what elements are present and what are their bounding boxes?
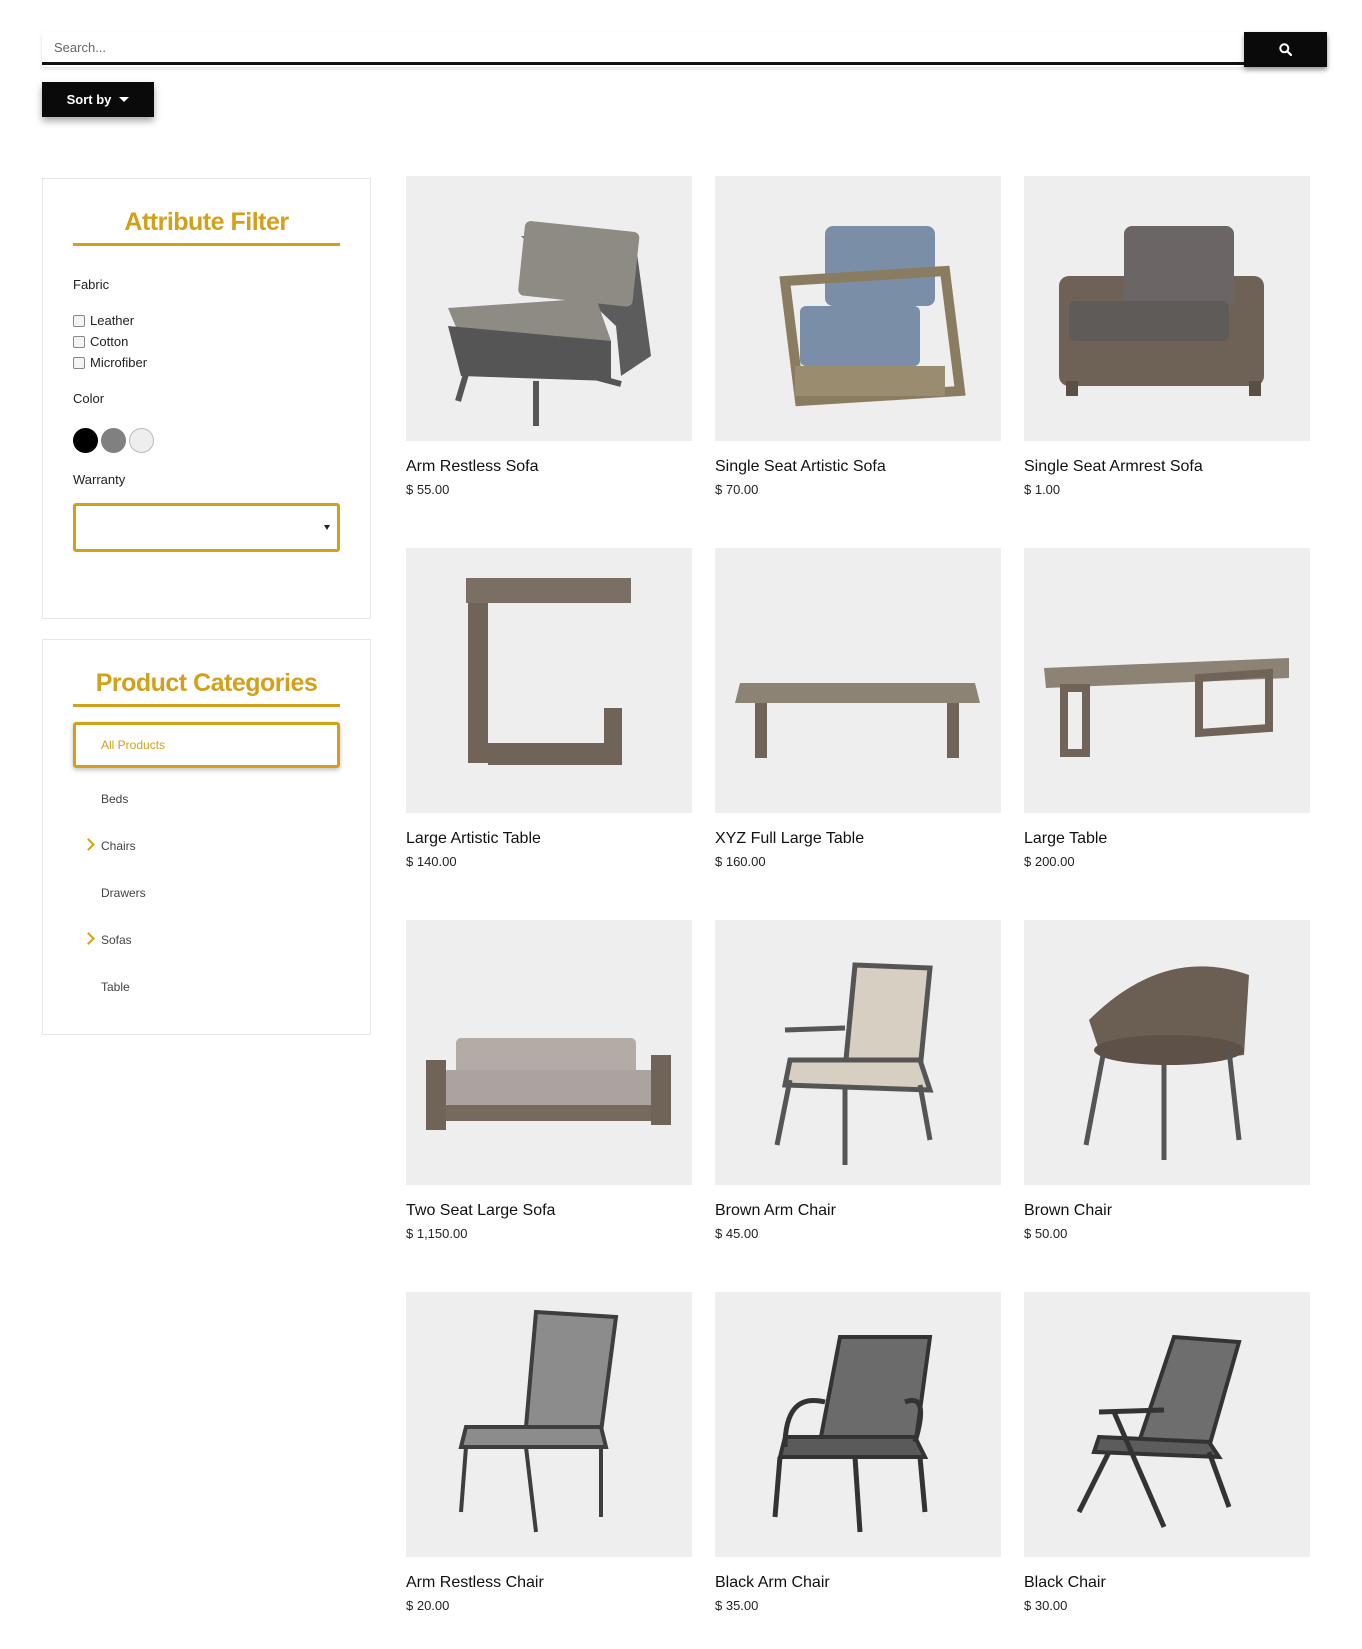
- product-image[interactable]: [1024, 920, 1310, 1185]
- product-price: $ 1,150.00: [406, 1226, 468, 1241]
- fabric-option-label: Cotton: [90, 334, 129, 349]
- search-button[interactable]: [1244, 32, 1327, 67]
- category-all-products[interactable]: All Products: [73, 722, 340, 768]
- product-name[interactable]: Large Table: [1024, 830, 1107, 848]
- product-card[interactable]: Arm Restless Chair $ 20.00: [406, 1292, 692, 1613]
- product-card[interactable]: Brown Arm Chair $ 45.00: [715, 920, 1001, 1241]
- product-name[interactable]: Black Chair: [1024, 1574, 1106, 1592]
- warranty-select[interactable]: [73, 503, 340, 552]
- product-card[interactable]: Large Table $ 200.00: [1024, 548, 1310, 869]
- color-swatch-black[interactable]: [73, 428, 98, 453]
- attribute-filter-panel: Attribute Filter Fabric Leather Cotton M…: [42, 178, 371, 619]
- product-image[interactable]: [715, 548, 1001, 813]
- product-price: $ 55.00: [406, 482, 450, 497]
- color-swatch-gray[interactable]: [101, 428, 126, 453]
- product-price: $ 20.00: [406, 1598, 450, 1613]
- product-card[interactable]: Single Seat Armrest Sofa $ 1.00: [1024, 176, 1310, 497]
- product-card[interactable]: Two Seat Large Sofa $ 1,150.00: [406, 920, 692, 1241]
- search-icon: [1279, 43, 1292, 56]
- fabric-label: Fabric: [73, 277, 110, 292]
- product-categories-panel: Product Categories All Products Beds Cha…: [42, 639, 371, 1035]
- product-name[interactable]: Black Arm Chair: [715, 1574, 830, 1592]
- product-image[interactable]: [715, 1292, 1001, 1557]
- search-bar: [42, 32, 1327, 67]
- product-card[interactable]: Black Arm Chair $ 35.00: [715, 1292, 1001, 1613]
- caret-down-icon: [119, 97, 130, 102]
- product-price: $ 70.00: [715, 482, 759, 497]
- product-name[interactable]: Large Artistic Table: [406, 830, 541, 848]
- fabric-option-cotton[interactable]: Cotton: [73, 334, 128, 349]
- product-card[interactable]: Brown Chair $ 50.00: [1024, 920, 1310, 1241]
- warranty-label: Warranty: [73, 472, 126, 487]
- category-table[interactable]: Table: [101, 980, 130, 994]
- dropdown-arrow-icon: [324, 525, 330, 530]
- product-image[interactable]: [715, 176, 1001, 441]
- product-price: $ 200.00: [1024, 854, 1075, 869]
- attribute-filter-title: Attribute Filter: [73, 208, 340, 246]
- product-name[interactable]: Single Seat Armrest Sofa: [1024, 458, 1203, 476]
- chevron-right-icon[interactable]: [82, 932, 95, 945]
- category-sofas[interactable]: Sofas: [101, 933, 132, 947]
- product-card[interactable]: Arm Restless Sofa $ 55.00: [406, 176, 692, 497]
- product-image[interactable]: [406, 1292, 692, 1557]
- product-price: $ 30.00: [1024, 1598, 1068, 1613]
- product-name[interactable]: Arm Restless Chair: [406, 1574, 544, 1592]
- product-name[interactable]: Brown Arm Chair: [715, 1202, 836, 1220]
- product-price: $ 1.00: [1024, 482, 1061, 497]
- sort-by-button[interactable]: Sort by: [42, 82, 154, 117]
- product-card[interactable]: Black Chair $ 30.00: [1024, 1292, 1310, 1613]
- fabric-option-microfiber[interactable]: Microfiber: [73, 355, 147, 370]
- color-swatches: [73, 428, 154, 453]
- product-card[interactable]: XYZ Full Large Table $ 160.00: [715, 548, 1001, 869]
- sort-by-label: Sort by: [66, 92, 112, 107]
- product-name[interactable]: Two Seat Large Sofa: [406, 1202, 555, 1220]
- checkbox[interactable]: [73, 314, 85, 327]
- product-price: $ 50.00: [1024, 1226, 1068, 1241]
- product-card[interactable]: Large Artistic Table $ 140.00: [406, 548, 692, 869]
- product-image[interactable]: [1024, 1292, 1310, 1557]
- color-swatch-white[interactable]: [129, 428, 154, 453]
- product-price: $ 35.00: [715, 1598, 759, 1613]
- product-name[interactable]: Brown Chair: [1024, 1202, 1112, 1220]
- product-image[interactable]: [406, 548, 692, 813]
- product-price: $ 160.00: [715, 854, 766, 869]
- product-name[interactable]: Single Seat Artistic Sofa: [715, 458, 886, 476]
- product-image[interactable]: [1024, 548, 1310, 813]
- chevron-right-icon[interactable]: [82, 838, 95, 851]
- product-image[interactable]: [1024, 176, 1310, 441]
- product-categories-title: Product Categories: [73, 669, 340, 707]
- fabric-option-leather[interactable]: Leather: [73, 313, 134, 328]
- category-beds[interactable]: Beds: [101, 792, 128, 806]
- product-image[interactable]: [406, 920, 692, 1185]
- product-card[interactable]: Single Seat Artistic Sofa $ 70.00: [715, 176, 1001, 497]
- color-label: Color: [73, 391, 105, 406]
- category-drawers[interactable]: Drawers: [101, 886, 146, 900]
- checkbox[interactable]: [73, 356, 85, 369]
- product-name[interactable]: Arm Restless Sofa: [406, 458, 538, 476]
- product-price: $ 140.00: [406, 854, 457, 869]
- product-name[interactable]: XYZ Full Large Table: [715, 830, 864, 848]
- checkbox[interactable]: [73, 335, 85, 348]
- search-input[interactable]: [42, 32, 1244, 65]
- product-price: $ 45.00: [715, 1226, 759, 1241]
- product-image[interactable]: [715, 920, 1001, 1185]
- fabric-option-label: Leather: [90, 313, 135, 328]
- category-chairs[interactable]: Chairs: [101, 839, 136, 853]
- product-image[interactable]: [406, 176, 692, 441]
- fabric-option-label: Microfiber: [90, 355, 148, 370]
